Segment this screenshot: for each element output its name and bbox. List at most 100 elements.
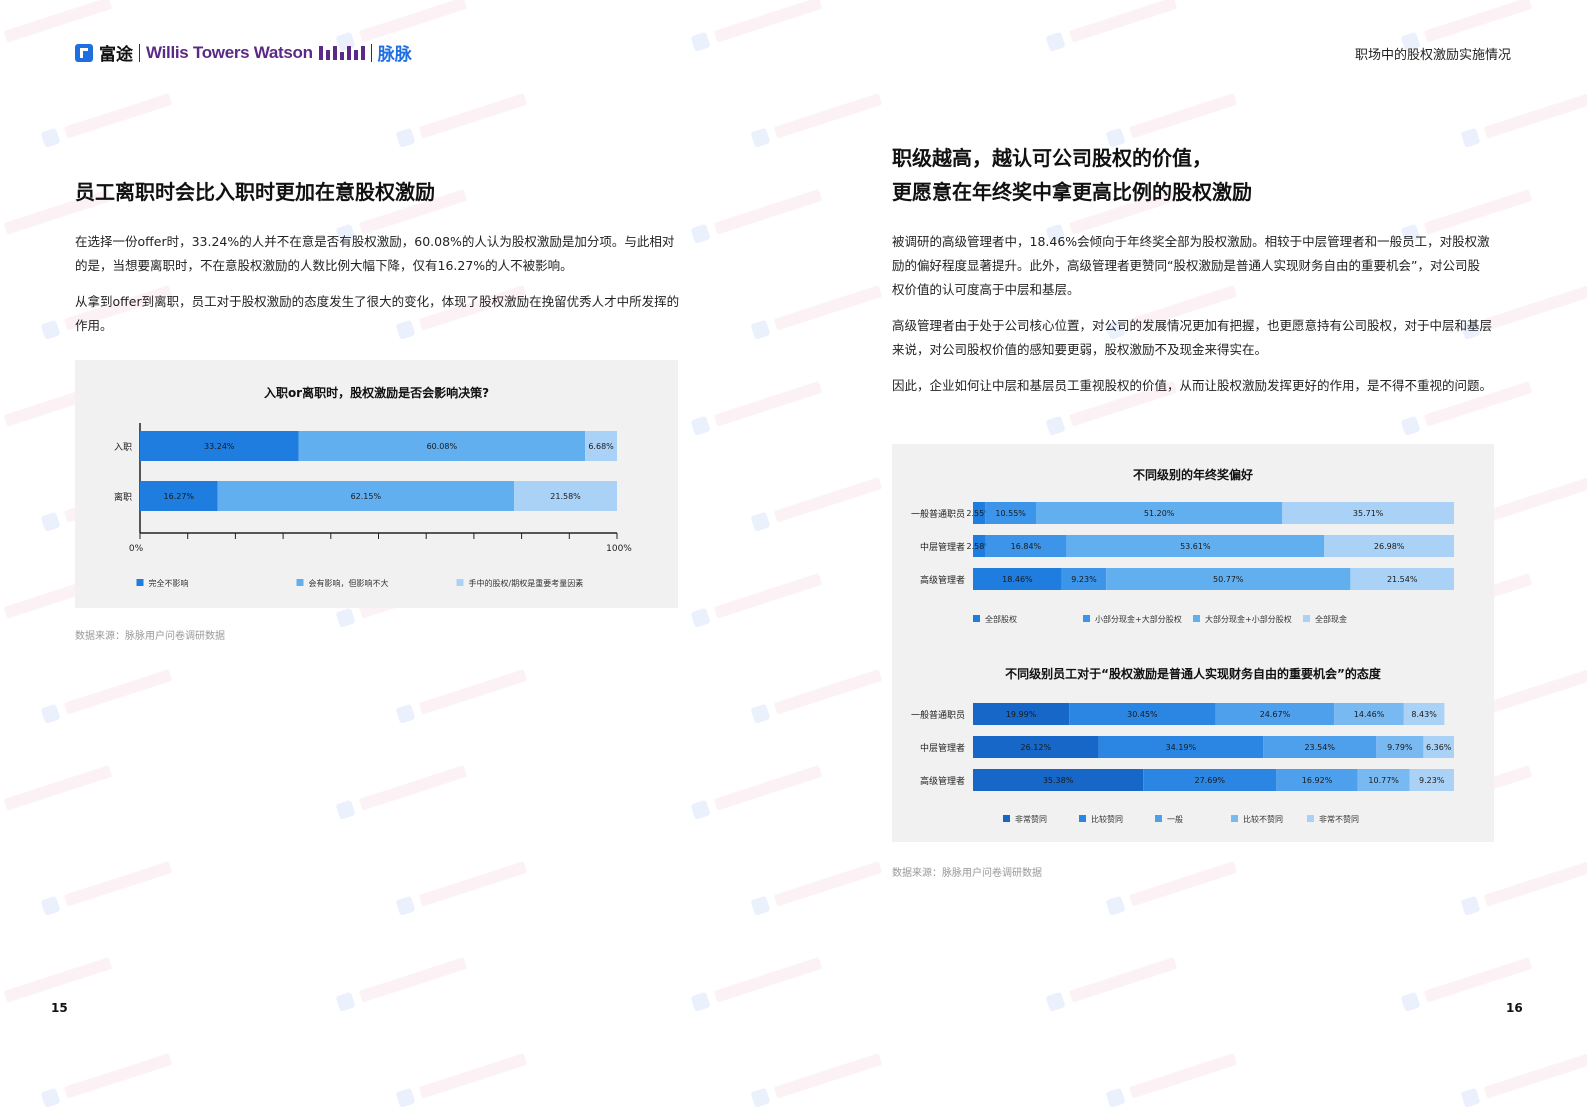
data-label: 19.99% <box>1006 710 1037 719</box>
right-source-note: 数据来源：脉脉用户问卷调研数据 <box>892 868 1042 879</box>
watermark-mark <box>1459 851 1587 923</box>
data-label: 6.68% <box>588 442 614 451</box>
left-paragraph-2: 从拿到offer到离职，员工对于股权激励的态度发生了很大的变化，体现了股权激励在… <box>75 294 680 333</box>
data-label: 18.46% <box>1002 575 1033 584</box>
watermark-mark <box>1399 947 1550 1019</box>
category-label: 离职 <box>114 491 132 503</box>
legend-label: 会有影响，但影响不大 <box>309 578 389 588</box>
legend-swatch <box>1231 815 1238 822</box>
watermark-mark <box>1459 1043 1587 1115</box>
header-logos: 富途 Willis Towers Watson 脉脉 <box>75 40 412 65</box>
data-label: 6.36% <box>1426 743 1452 752</box>
bonus-preference-chart: 一般普通职员 2.55% 10.55% 51.20% 35.71%中层管理者 2.58% 1… <box>911 502 1455 624</box>
right-paragraph-3: 因此，企业如何让中层和基层员工重视股权的价值，从而让股权激励发挥更好的作用，是不… <box>892 378 1493 393</box>
data-label: 24.67% <box>1260 710 1291 719</box>
chart-panel-offer-decision: 入职or离职时，股权激励是否会影响决策? 0% 100% 入职 33.24% 60.08… <box>75 360 678 608</box>
legend-swatch <box>1083 615 1090 622</box>
data-label: 27.69% <box>1195 776 1226 785</box>
data-label: 30.45% <box>1127 710 1158 719</box>
page-number-left: 15 <box>51 1001 68 1015</box>
watermark-mark <box>0 755 131 827</box>
watermark-mark <box>749 467 900 539</box>
legend-swatch <box>456 579 464 586</box>
legend-label: 非常赞同 <box>1015 814 1047 824</box>
watermark-mark <box>39 1043 190 1115</box>
right-heading-line-1: 职级越高，越认可公司股权的价值， <box>892 146 1212 170</box>
legend-label: 全部现金 <box>1315 614 1347 624</box>
legend-swatch <box>1193 615 1200 622</box>
watermark-mark <box>334 755 485 827</box>
watermark-mark <box>394 659 545 731</box>
watermark-mark <box>1104 1043 1255 1115</box>
legend-swatch <box>1003 815 1010 822</box>
data-label: 10.77% <box>1368 776 1399 785</box>
legend-label: 手中的股权/期权是重要考量因素 <box>469 578 584 588</box>
data-label: 9.23% <box>1419 776 1445 785</box>
data-label: 53.61% <box>1180 542 1211 551</box>
watermark-mark <box>39 851 190 923</box>
legend-label: 小部分现金+大部分股权 <box>1095 614 1182 624</box>
watermark-mark <box>689 563 840 635</box>
legend-label: 比较赞同 <box>1091 814 1123 824</box>
category-label: 入职 <box>114 442 132 453</box>
watermark-mark <box>689 947 840 1019</box>
data-label: 16.84% <box>1011 542 1042 551</box>
section-title: 职场中的股权激励实施情况 <box>1354 48 1511 63</box>
legend-swatch <box>973 615 980 622</box>
watermark-mark <box>1104 851 1255 923</box>
wtw-logo-text: Willis Towers Watson <box>146 42 313 62</box>
category-label: 一般普通职员 <box>911 709 965 721</box>
maimai-logo-text: 脉脉 <box>377 45 412 65</box>
watermark-mark <box>749 83 900 155</box>
data-label: 26.12% <box>1021 743 1052 752</box>
legend-label: 完全不影响 <box>149 578 189 588</box>
data-label: 21.54% <box>1387 575 1418 584</box>
watermark-mark <box>1459 83 1587 155</box>
legend-swatch <box>1307 815 1314 822</box>
logo-divider <box>370 43 372 62</box>
left-paragraph-1: 在选择一份offer时，33.24%的人并不在意是否有股权激励，60.08%的人… <box>75 234 675 273</box>
watermark-mark <box>689 755 840 827</box>
data-label: 51.20% <box>1144 509 1175 518</box>
right-heading-line-2: 更愿意在年终奖中拿更高比例的股权激励 <box>892 180 1252 204</box>
watermark-mark <box>749 1043 900 1115</box>
watermark-mark <box>394 83 545 155</box>
watermark-mark <box>394 1043 545 1115</box>
watermark-mark <box>749 275 900 347</box>
data-label: 9.79% <box>1387 743 1413 752</box>
chart-panel-right: 不同级别的年终奖偏好 一般普通职员 2.55% 10.55% 51.20% 35.71%… <box>892 444 1494 842</box>
watermark-mark <box>689 0 840 60</box>
data-label: 14.46% <box>1354 710 1385 719</box>
watermark-mark <box>1044 947 1195 1019</box>
attitude-chart: 一般普通职员 19.99% 30.45% 24.67% 14.46% 8.43% 中层管理者… <box>911 703 1454 824</box>
watermark-mark <box>1044 0 1195 60</box>
data-label: 21.58% <box>550 492 581 501</box>
category-label: 高级管理者 <box>920 574 965 586</box>
category-label: 中层管理者 <box>920 541 965 553</box>
watermark-mark <box>394 851 545 923</box>
logo-divider <box>139 43 140 62</box>
data-label: 10.55% <box>995 509 1026 518</box>
data-label: 60.08% <box>427 442 458 451</box>
data-label: 16.92% <box>1302 776 1333 785</box>
right-paragraph-2: 高级管理者由于处于公司核心位置，对公司的发展情况更加有把握，也更愿意持有公司股权… <box>892 318 1493 357</box>
left-heading: 员工离职时会比入职时更加在意股权激励 <box>75 180 435 204</box>
category-label: 中层管理者 <box>920 742 965 754</box>
watermark-mark <box>689 371 840 443</box>
watermark-mark <box>689 179 840 251</box>
legend-swatch <box>296 579 304 586</box>
x-tick-label: 0% <box>129 544 144 554</box>
legend-swatch <box>1303 615 1310 622</box>
data-label: 33.24% <box>204 442 235 451</box>
left-source-note: 数据来源：脉脉用户问卷调研数据 <box>75 631 225 642</box>
wtw-logo-icon <box>318 45 365 60</box>
legend-label: 全部股权 <box>985 614 1017 624</box>
data-label: 8.43% <box>1411 710 1437 719</box>
data-label: 50.77% <box>1213 575 1244 584</box>
data-label: 62.15% <box>351 492 382 501</box>
category-label: 一般普通职员 <box>911 508 965 520</box>
watermark-mark <box>749 851 900 923</box>
data-label: 9.23% <box>1071 575 1097 584</box>
watermark-mark <box>334 947 485 1019</box>
right-paragraph-1: 被调研的高级管理者中，18.46%会倾向于年终奖全部为股权激励。相较于中层管理者… <box>892 234 1490 297</box>
